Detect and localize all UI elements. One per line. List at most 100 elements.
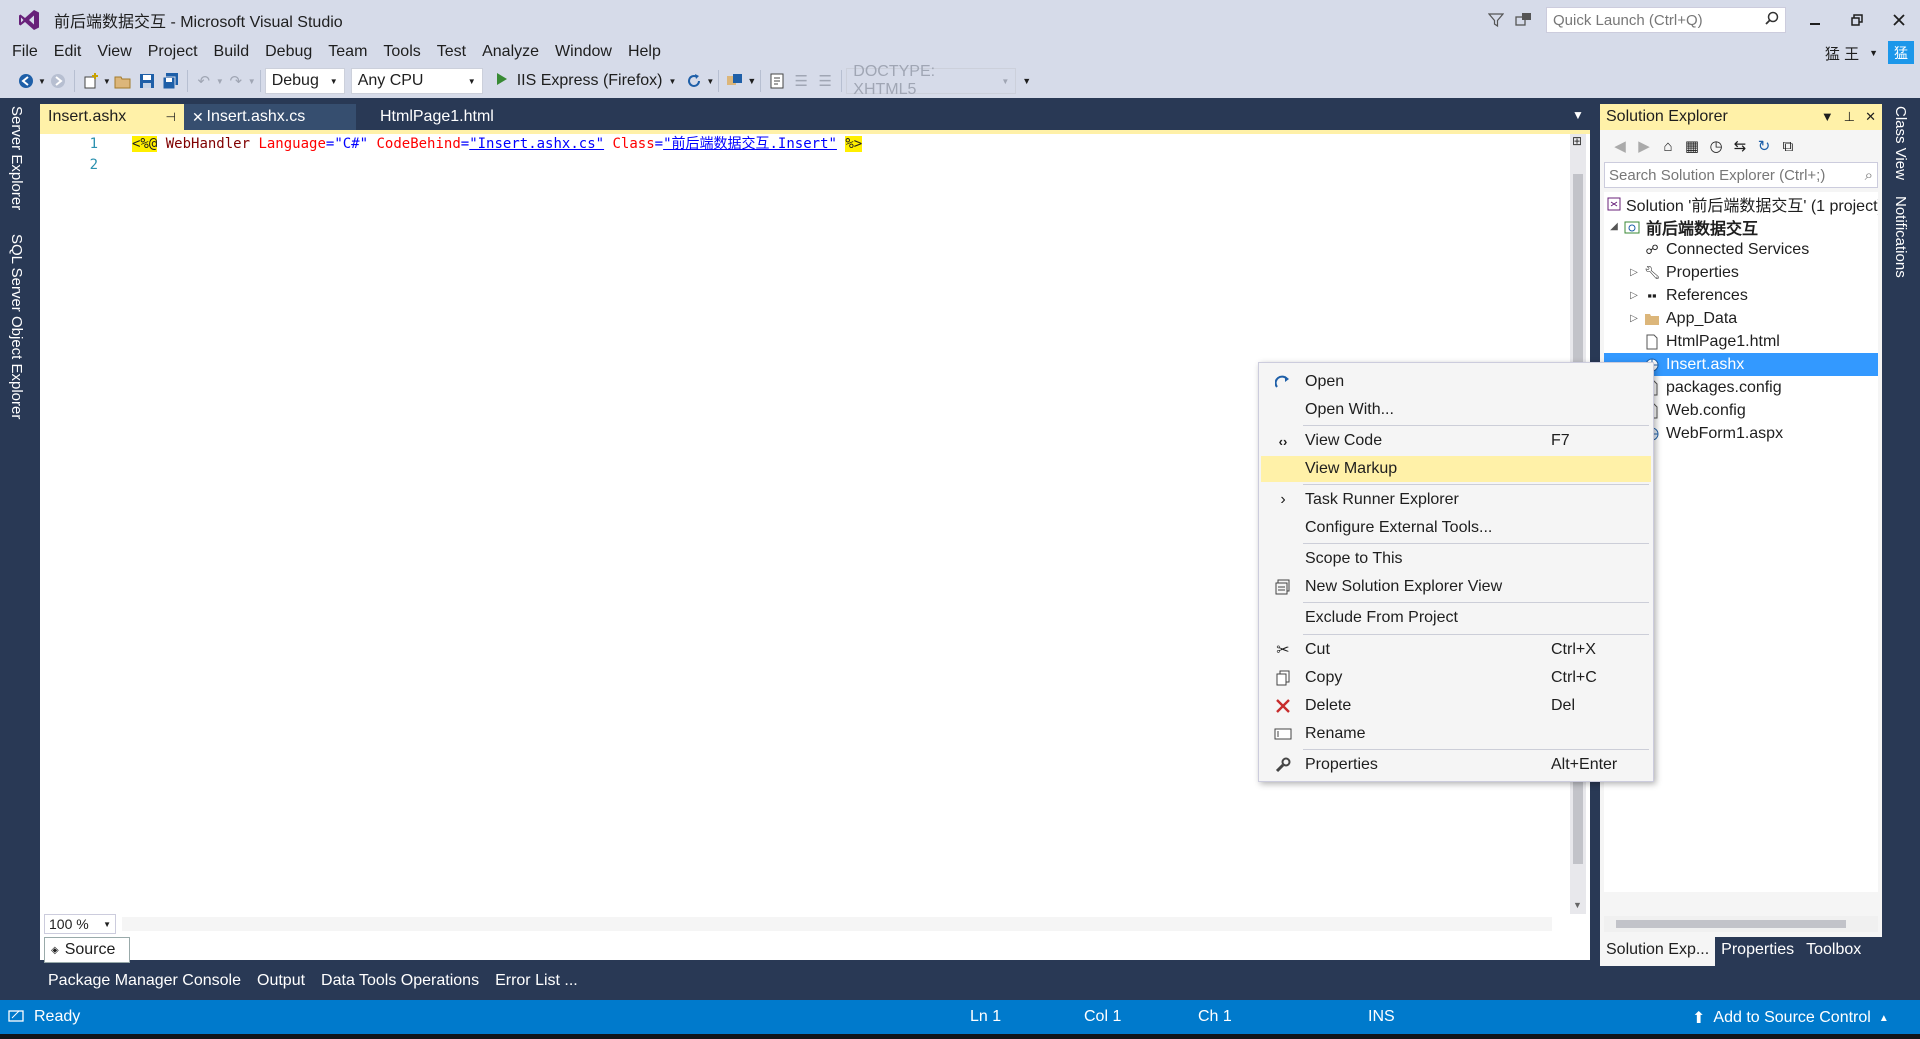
code-line-1[interactable]: <%@ WebHandler Language="C#" CodeBehind=… bbox=[132, 134, 863, 155]
save-icon[interactable] bbox=[135, 69, 159, 93]
tree-item-htmlpage1[interactable]: HtmlPage1.html bbox=[1604, 330, 1878, 353]
tree-item-solution[interactable]: Solution '前后端数据交互' (1 project) bbox=[1604, 192, 1878, 215]
menu-build[interactable]: Build bbox=[206, 40, 258, 64]
chevron-down-icon[interactable]: ▼ bbox=[1869, 48, 1878, 58]
menu-item-cut[interactable]: ✂ Cut Ctrl+X bbox=[1261, 637, 1651, 663]
tree-item-properties[interactable]: ▷ 🔧︎ Properties bbox=[1604, 261, 1878, 284]
menu-item-configure-external-tools[interactable]: Configure External Tools... bbox=[1261, 515, 1651, 541]
solution-search-input[interactable]: Search Solution Explorer (Ctrl+;) ⌕ bbox=[1604, 162, 1878, 188]
home-icon[interactable]: ⌂ bbox=[1656, 134, 1680, 158]
back-icon[interactable]: ◀ bbox=[1608, 134, 1632, 158]
pin-icon[interactable]: ⊣ bbox=[166, 110, 176, 124]
split-editor-icon[interactable]: ⊞ bbox=[1572, 134, 1582, 148]
notifications-tab[interactable]: Notifications bbox=[1892, 196, 1909, 278]
open-file-icon[interactable] bbox=[111, 69, 135, 93]
menu-view[interactable]: View bbox=[89, 40, 139, 64]
toolbar-overflow-icon[interactable]: ▼ bbox=[1022, 76, 1031, 86]
start-debugging-button[interactable]: IIS Express (Firefox) ▼ bbox=[495, 72, 676, 91]
solution-configuration-dropdown[interactable]: Debug ▼ bbox=[264, 68, 345, 94]
menu-item-rename[interactable]: Rename bbox=[1261, 721, 1651, 747]
menu-project[interactable]: Project bbox=[140, 40, 206, 64]
doctype-dropdown[interactable]: DOCTYPE: XHTML5 ▼ bbox=[846, 63, 1017, 98]
sql-server-object-explorer-tab[interactable]: SQL Server Object Explorer bbox=[8, 234, 25, 419]
tab-error-list[interactable]: Error List ... bbox=[487, 972, 586, 990]
tab-solution-explorer[interactable]: Solution Exp... bbox=[1600, 937, 1716, 966]
navigate-back-icon[interactable] bbox=[14, 69, 38, 93]
sync-icon[interactable]: ⇆ bbox=[1728, 134, 1752, 158]
tab-package-manager-console[interactable]: Package Manager Console bbox=[40, 972, 249, 990]
menu-file[interactable]: File bbox=[4, 40, 46, 64]
zoom-dropdown[interactable]: 100 % ▼ bbox=[44, 914, 116, 934]
forward-icon[interactable]: ▶ bbox=[1632, 134, 1656, 158]
scroll-down-arrow-icon[interactable]: ▼ bbox=[1573, 900, 1582, 910]
pending-changes-filter-icon[interactable]: ◷ bbox=[1704, 134, 1728, 158]
menu-item-open-with[interactable]: Open With... bbox=[1261, 397, 1651, 423]
menu-help[interactable]: Help bbox=[620, 40, 669, 64]
menu-item-task-runner-explorer[interactable]: › Task Runner Explorer bbox=[1261, 487, 1651, 513]
class-view-tab[interactable]: Class View bbox=[1892, 106, 1909, 180]
tree-expander[interactable]: ▷ bbox=[1626, 290, 1642, 301]
tab-toolbox[interactable]: Toolbox bbox=[1800, 937, 1867, 966]
refresh-icon[interactable] bbox=[682, 69, 706, 93]
tab-data-tools-operations[interactable]: Data Tools Operations bbox=[313, 972, 487, 990]
menu-item-open[interactable]: Open bbox=[1261, 369, 1651, 395]
close-icon[interactable]: ✕ bbox=[1865, 109, 1876, 125]
menu-item-exclude-from-project[interactable]: Exclude From Project bbox=[1261, 605, 1651, 631]
menu-item-new-solution-explorer-view[interactable]: New Solution Explorer View bbox=[1261, 574, 1651, 600]
tree-item-app-data[interactable]: ▷ App_Data bbox=[1604, 307, 1878, 330]
solution-explorer-horizontal-scrollbar[interactable] bbox=[1604, 916, 1878, 932]
chevron-down-icon[interactable]: ▼ bbox=[103, 77, 111, 86]
scrollbar-thumb[interactable] bbox=[1616, 920, 1846, 928]
account-area[interactable]: 猛 王 ▼ 猛 bbox=[1825, 40, 1920, 66]
toolbar-overflow-icon[interactable]: ▼ bbox=[747, 76, 756, 86]
menu-tools[interactable]: Tools bbox=[375, 40, 428, 64]
server-explorer-tab[interactable]: Server Explorer bbox=[8, 106, 25, 210]
minimize-button[interactable] bbox=[1794, 0, 1836, 40]
save-all-icon[interactable] bbox=[159, 69, 183, 93]
source-view-tab[interactable]: ◈ Source bbox=[44, 937, 130, 963]
tree-item-references[interactable]: ▷ ▪▪ References bbox=[1604, 284, 1878, 307]
menu-item-copy[interactable]: Copy Ctrl+C bbox=[1261, 665, 1651, 691]
user-name[interactable]: 猛 王 bbox=[1825, 43, 1859, 64]
menu-edit[interactable]: Edit bbox=[46, 40, 90, 64]
comment-out-icon[interactable]: ☰ bbox=[789, 69, 813, 93]
tab-insert-ashx-cs[interactable]: ✕ Insert.ashx.cs bbox=[184, 104, 356, 130]
tab-overflow-icon[interactable]: ▼ bbox=[1572, 108, 1584, 122]
solution-platform-dropdown[interactable]: Any CPU ▼ bbox=[350, 68, 483, 94]
document-outline-icon[interactable] bbox=[765, 69, 789, 93]
tree-item-connected-services[interactable]: ☍ Connected Services bbox=[1604, 238, 1878, 261]
tab-properties[interactable]: Properties bbox=[1715, 937, 1800, 966]
new-project-icon[interactable] bbox=[79, 69, 103, 93]
feedback-icon[interactable] bbox=[1510, 6, 1538, 34]
window-position-icon[interactable]: ▼ bbox=[1821, 109, 1834, 125]
menu-item-scope-to-this[interactable]: Scope to This bbox=[1261, 546, 1651, 572]
menu-item-properties[interactable]: Properties Alt+Enter bbox=[1261, 752, 1651, 778]
restore-button[interactable] bbox=[1836, 0, 1878, 40]
browser-link-icon[interactable] bbox=[723, 69, 747, 93]
collapse-all-icon[interactable]: ⧉ bbox=[1776, 134, 1800, 158]
switch-views-icon[interactable]: ▦ bbox=[1680, 134, 1704, 158]
tree-expander[interactable]: ▷ bbox=[1626, 267, 1642, 278]
tab-htmlpage1-html[interactable]: HtmlPage1.html bbox=[372, 104, 522, 130]
tree-item-project[interactable]: ◢ 前后端数据交互 bbox=[1604, 215, 1878, 238]
chevron-down-icon[interactable]: ▼ bbox=[248, 77, 256, 86]
menu-item-view-markup[interactable]: View Markup bbox=[1261, 456, 1651, 482]
menu-team[interactable]: Team bbox=[320, 40, 375, 64]
menu-window[interactable]: Window bbox=[547, 40, 620, 64]
uncomment-icon[interactable]: ☰ bbox=[813, 69, 837, 93]
tab-insert-ashx[interactable]: Insert.ashx ⊣ bbox=[40, 104, 184, 130]
notifications-filter-icon[interactable] bbox=[1482, 6, 1510, 34]
close-icon[interactable]: ✕ bbox=[192, 109, 204, 126]
quick-launch-input[interactable]: Quick Launch (Ctrl+Q) bbox=[1546, 7, 1786, 33]
menu-item-delete[interactable]: Delete Del bbox=[1261, 693, 1651, 719]
add-to-source-control-button[interactable]: ⬆ Add to Source Control ▲ bbox=[1692, 1008, 1889, 1028]
avatar[interactable]: 猛 bbox=[1888, 41, 1914, 65]
chevron-down-icon[interactable]: ▼ bbox=[38, 77, 46, 86]
tree-expander[interactable]: ▷ bbox=[1626, 313, 1642, 324]
menu-test[interactable]: Test bbox=[429, 40, 474, 64]
menu-item-view-code[interactable]: ‹› View Code F7 bbox=[1261, 428, 1651, 454]
menu-debug[interactable]: Debug bbox=[257, 40, 320, 64]
navigate-forward-icon[interactable] bbox=[46, 69, 70, 93]
refresh-icon[interactable]: ↻ bbox=[1752, 134, 1776, 158]
undo-icon[interactable]: ↶ bbox=[192, 69, 216, 93]
